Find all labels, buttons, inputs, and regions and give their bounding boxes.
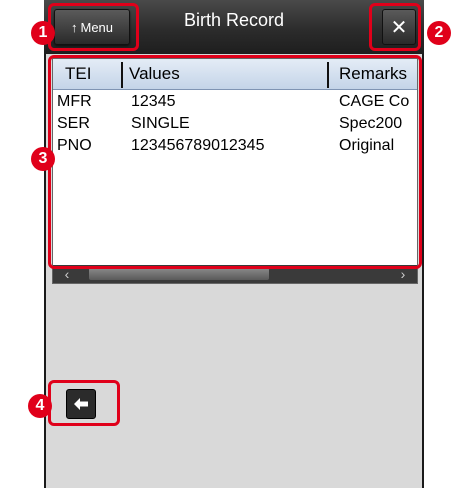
callout-badge-4: 4 [28,394,52,418]
callout-box-4 [48,380,120,426]
callout-box-2 [369,3,421,51]
callout-badge-3: 3 [31,147,55,171]
callout-box-3 [48,55,422,269]
callout-box-1 [48,3,139,51]
callout-badge-1: 1 [31,21,55,45]
callout-badge-2: 2 [427,21,451,45]
scrollbar-thumb[interactable] [89,268,269,280]
